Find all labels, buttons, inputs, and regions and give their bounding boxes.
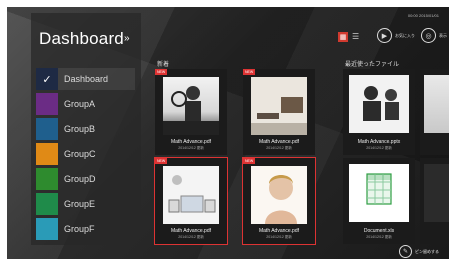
group-color-swatch (36, 193, 58, 215)
sidebar-item-groupb[interactable]: GroupB (36, 118, 135, 140)
play-icon: ▶ (377, 28, 392, 43)
sidebar-title: Dashboard (39, 29, 124, 48)
file-name: Math Advance.pdf (258, 139, 300, 145)
sidebar: Dashboard » ✓ Dashboard GroupA GroupB Gr… (31, 13, 141, 245)
file-date: 2014/12/12 更新 (366, 146, 392, 150)
thumbnail (349, 164, 409, 222)
file-date: 2014/12/12 更新 (178, 146, 204, 150)
group-color-swatch (36, 143, 58, 165)
sidebar-item-label: GroupF (64, 224, 95, 234)
favorites-button[interactable]: ▶ お気に入り (377, 28, 415, 43)
thumbnail (349, 75, 409, 133)
sidebar-item-label: GroupA (64, 99, 96, 109)
app-screen: Dashboard » ✓ Dashboard GroupA GroupB Gr… (7, 7, 449, 259)
sidebar-item-label: GroupB (64, 124, 96, 134)
check-icon: ✓ (36, 68, 58, 90)
portrait-thumbnail-icon (251, 166, 307, 224)
file-date: 2014/12/12 更新 (266, 235, 292, 239)
thumbnail (424, 75, 449, 133)
business-thumbnail-icon (349, 75, 409, 133)
tennis-player-thumbnail-icon (163, 86, 219, 135)
thumbnail (251, 77, 307, 135)
new-badge: NEW (155, 69, 168, 75)
sidebar-item-label: Dashboard (64, 74, 109, 84)
sidebar-item-label: GroupE (64, 199, 96, 209)
file-tile[interactable]: NEW Math Advance.pdf 2014/12/12 更新 (243, 69, 315, 155)
group-color-swatch (36, 93, 58, 115)
devices-thumbnail-icon (163, 166, 219, 224)
file-tile[interactable]: NEW Math Advance.pdf 2014/12/12 更新 (242, 157, 316, 245)
group-color-swatch (36, 118, 58, 140)
sidebar-item-groupd[interactable]: GroupD (36, 168, 135, 190)
collapse-chevron-icon[interactable]: » (124, 33, 130, 44)
file-date: 2014/12/12 更新 (266, 146, 292, 150)
thumbnail (251, 166, 307, 224)
recent-file-tile[interactable] (420, 158, 449, 244)
sidebar-item-label: GroupD (64, 174, 96, 184)
view-label: 表示 (439, 32, 447, 38)
recent-file-tile[interactable]: Document.xls 2014/12/12 更新 (343, 158, 415, 244)
thumbnail (163, 77, 219, 135)
view-button[interactable]: ◎ 表示 (421, 28, 447, 43)
file-name: Math Advance.pdf (258, 228, 300, 234)
pin-label: ピン留めする (415, 248, 439, 254)
spreadsheet-thumbnail-icon (349, 164, 409, 222)
list-view-icon[interactable]: ☰ (352, 32, 359, 41)
sidebar-item-groupc[interactable]: GroupC (36, 143, 135, 165)
grid-view-icon[interactable]: ▦ (338, 32, 348, 42)
new-badge: NEW (243, 158, 256, 164)
thumbnail (163, 166, 219, 224)
sidebar-item-label: GroupC (64, 149, 96, 159)
group-color-swatch (36, 168, 58, 190)
group-color-swatch (36, 218, 58, 240)
file-tile[interactable]: NEW Math Advance.pdf 2014/12/12 更新 (154, 157, 228, 245)
new-badge: NEW (155, 158, 168, 164)
status-clock: 00:00 2015/01/01 (407, 13, 439, 18)
file-name: Math Advance.pdf (170, 228, 212, 234)
file-date: 2014/12/12 更新 (178, 235, 204, 239)
pin-button[interactable]: ✎ ピン留めする (399, 245, 439, 258)
recent-file-tile[interactable] (420, 69, 449, 155)
recent-file-tile[interactable]: Math Advance.pptx 2014/12/12 更新 (343, 69, 415, 155)
section-title-new: 新着 (157, 62, 170, 68)
file-date: 2014/12/12 更新 (366, 235, 392, 239)
favorites-label: お気に入り (395, 32, 415, 38)
sidebar-item-groupe[interactable]: GroupE (36, 193, 135, 215)
sidebar-item-groupf[interactable]: GroupF (36, 218, 135, 240)
file-name: Math Advance.pptx (357, 139, 401, 145)
pin-icon: ✎ (399, 245, 412, 258)
thumbnail (424, 164, 449, 222)
sidebar-item-dashboard[interactable]: ✓ Dashboard (36, 68, 135, 90)
file-tile[interactable]: NEW Math Advance.pdf 2014/12/12 更新 (155, 69, 227, 155)
file-name: Document.xls (363, 228, 395, 234)
settings-icon: ◎ (421, 28, 436, 43)
file-name: Math Advance.pdf (170, 139, 212, 145)
new-badge: NEW (243, 69, 256, 75)
sidebar-item-groupa[interactable]: GroupA (36, 93, 135, 115)
interior-thumbnail-icon (251, 77, 307, 135)
section-title-recent: 最近使ったファイル (345, 62, 400, 68)
